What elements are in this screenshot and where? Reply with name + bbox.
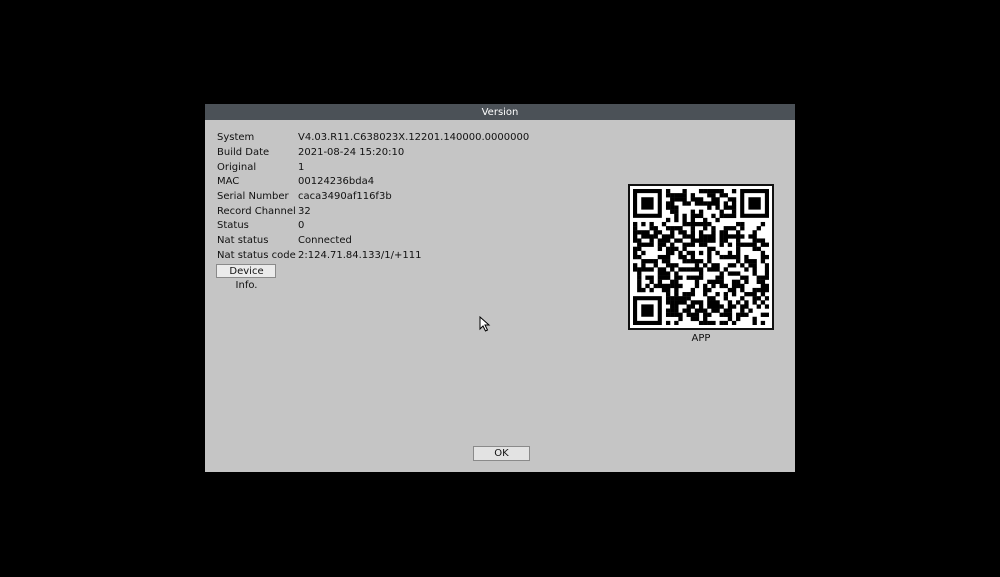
device-info-button[interactable]: Device Info. <box>216 264 276 291</box>
info-value: V4.03.R11.C638023X.12201.140000.0000000 <box>298 132 530 143</box>
info-value: 1 <box>298 162 305 173</box>
info-label: Nat status code <box>217 250 296 261</box>
info-label: Status <box>217 220 249 231</box>
info-label: Serial Number <box>217 191 289 202</box>
qr-code-icon <box>628 184 774 330</box>
ok-button[interactable]: OK <box>473 446 530 461</box>
mouse-pointer-icon <box>479 316 491 332</box>
info-value: 2:124.71.84.133/1/+111 <box>298 250 422 261</box>
info-label: Nat status <box>217 235 269 246</box>
info-value: 32 <box>298 206 311 217</box>
dialog-title: Version <box>205 104 795 120</box>
info-value: 2021-08-24 15:20:10 <box>298 147 405 158</box>
qr-caption: APP <box>691 333 711 344</box>
info-label: Record Channel <box>217 206 296 217</box>
info-label: System <box>217 132 255 143</box>
info-value: 0 <box>298 220 305 231</box>
info-value: Connected <box>298 235 352 246</box>
version-dialog: Version System V4.03.R11.C638023X.12201.… <box>205 104 795 472</box>
screen: Version System V4.03.R11.C638023X.12201.… <box>0 0 1000 577</box>
info-label: MAC <box>217 176 240 187</box>
info-value: caca3490af116f3b <box>298 191 392 202</box>
info-label: Original <box>217 162 257 173</box>
info-label: Build Date <box>217 147 270 158</box>
qr-code-graphic <box>633 189 769 325</box>
info-value: 00124236bda4 <box>298 176 375 187</box>
